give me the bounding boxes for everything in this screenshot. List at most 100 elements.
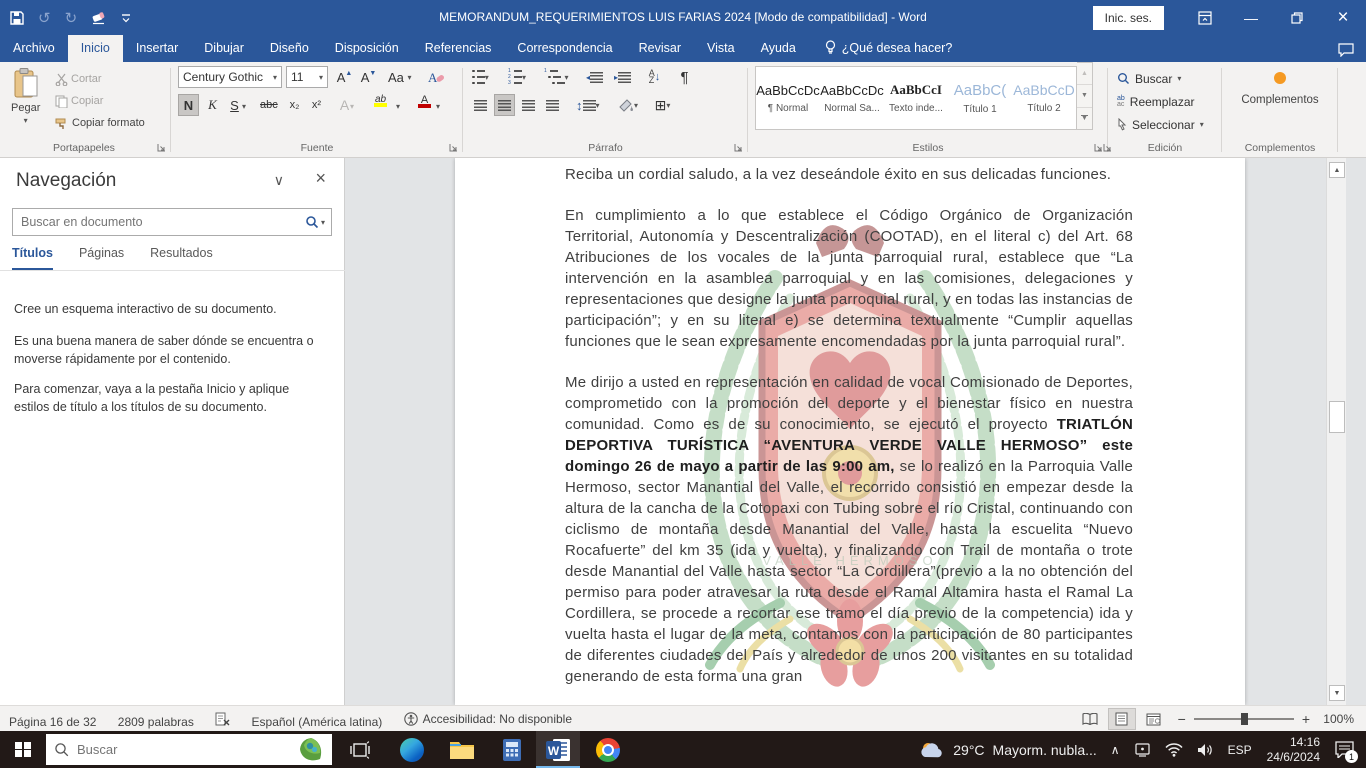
task-view-button[interactable]	[338, 731, 382, 768]
copy-button[interactable]: Copiar	[52, 90, 106, 112]
nav-tab-paginas[interactable]: Páginas	[79, 246, 124, 271]
navigation-search-box[interactable]: ▾	[12, 208, 332, 236]
scroll-down-icon[interactable]: ▼	[1329, 685, 1345, 701]
numbering-button[interactable]: 123 ▾	[506, 66, 528, 88]
zoom-in-button[interactable]: +	[1294, 711, 1318, 727]
editing-dialog-launcher-icon[interactable]	[1103, 143, 1112, 152]
find-button[interactable]: Buscar▾	[1111, 68, 1219, 89]
tab-inicio[interactable]: Inicio	[68, 35, 123, 62]
document-paragraph[interactable]: En cumplimiento a lo que establece el Có…	[565, 205, 1133, 352]
nav-tab-resultados[interactable]: Resultados	[150, 246, 213, 271]
scrollbar-thumb[interactable]	[1329, 401, 1345, 433]
tab-correspondencia[interactable]: Correspondencia	[504, 35, 625, 62]
style-titulo-2[interactable]: AaBbCcDTítulo 2	[1012, 67, 1076, 129]
style-normal-sa[interactable]: AaBbCcDcNormal Sa...	[820, 67, 884, 129]
justify-button[interactable]	[542, 94, 563, 116]
line-spacing-button[interactable]: ↕▾	[574, 94, 602, 116]
font-color-dropdown-icon[interactable]: ▾	[436, 102, 440, 111]
font-size-combobox[interactable]: 11▾	[286, 66, 328, 88]
highlight-button[interactable]: ab	[370, 94, 391, 107]
shrink-font-button[interactable]: A▼	[358, 66, 379, 88]
tab-dibujar[interactable]: Dibujar	[191, 35, 257, 62]
change-case-button[interactable]: Aa ▾	[386, 66, 414, 88]
subscript-button[interactable]: x₂	[284, 94, 305, 116]
font-dialog-launcher-icon[interactable]	[449, 143, 458, 152]
clipboard-dialog-launcher-icon[interactable]	[157, 143, 166, 152]
calculator-icon[interactable]	[490, 731, 534, 768]
start-button[interactable]	[0, 731, 46, 768]
zoom-out-button[interactable]: −	[1170, 711, 1194, 727]
align-left-button[interactable]	[470, 94, 491, 116]
tray-chevron-icon[interactable]: ∧	[1104, 731, 1127, 768]
edge-browser-icon[interactable]	[390, 731, 434, 768]
tab-insertar[interactable]: Insertar	[123, 35, 191, 62]
shading-button[interactable]: ▾	[616, 94, 640, 116]
font-size-dropdown-icon[interactable]: ▾	[319, 73, 323, 82]
document-page[interactable]: VALLE HERMOSO	[455, 158, 1245, 705]
weather-widget[interactable]: 29°C Mayorm. nubla...	[912, 731, 1104, 768]
taskbar-search-box[interactable]	[46, 734, 332, 765]
paste-button[interactable]: Pegar ▾	[4, 64, 47, 129]
file-explorer-icon[interactable]	[440, 731, 484, 768]
word-app-icon[interactable]: W	[536, 731, 580, 768]
search-icon[interactable]: ▾	[305, 215, 331, 229]
navigation-search-input[interactable]	[13, 215, 305, 229]
nav-tab-titulos[interactable]: Títulos	[12, 246, 53, 271]
document-paragraph[interactable]: Me dirijo a usted en representación en c…	[565, 372, 1133, 687]
font-name-dropdown-icon[interactable]: ▾	[273, 73, 277, 82]
taskbar-search-input[interactable]	[77, 742, 290, 757]
align-center-button[interactable]	[494, 94, 515, 116]
minimize-button[interactable]: —	[1228, 0, 1274, 35]
paragraph-dialog-launcher-icon[interactable]	[734, 143, 743, 152]
italic-button[interactable]: K	[202, 94, 223, 116]
scroll-up-icon[interactable]: ▲	[1329, 162, 1345, 178]
bullets-button[interactable]: ▾	[470, 66, 491, 88]
bold-button[interactable]: N	[178, 94, 199, 116]
close-button[interactable]: ×	[1320, 0, 1366, 35]
superscript-button[interactable]: x²	[306, 94, 327, 116]
accessibility-status[interactable]: Accesibilidad: No disponible	[395, 706, 581, 732]
zoom-percentage[interactable]: 100%	[1318, 712, 1366, 726]
select-button[interactable]: Seleccionar▾	[1111, 114, 1219, 135]
tab-diseno[interactable]: Diseño	[257, 35, 322, 62]
web-layout-button[interactable]	[1140, 708, 1168, 730]
tell-me-search[interactable]: ¿Qué desea hacer?	[809, 40, 963, 62]
language-indicator[interactable]: ESP	[1221, 731, 1259, 768]
style-texto-inde[interactable]: AaBbCcITexto inde...	[884, 67, 948, 129]
zoom-slider-thumb[interactable]	[1241, 713, 1248, 725]
strikethrough-button[interactable]: abc	[258, 94, 280, 116]
align-right-button[interactable]	[518, 94, 539, 116]
document-paragraph[interactable]: Reciba un cordial saludo, a la vez deseá…	[565, 164, 1133, 185]
restore-button[interactable]	[1274, 0, 1320, 35]
borders-button[interactable]: ⊞▾	[652, 94, 673, 116]
navigation-close-icon[interactable]: ×	[315, 168, 326, 189]
format-painter-button[interactable]: Copiar formato	[52, 112, 148, 134]
clear-formatting-icon[interactable]: A	[426, 66, 447, 88]
clock[interactable]: 14:16 24/6/2024	[1259, 731, 1328, 768]
tab-ayuda[interactable]: Ayuda	[748, 35, 809, 62]
replace-button[interactable]: abac Reemplazar	[1111, 91, 1219, 112]
styles-more-icon[interactable]: ▼	[1077, 108, 1092, 129]
read-mode-button[interactable]	[1076, 708, 1104, 730]
tab-revisar[interactable]: Revisar	[626, 35, 694, 62]
increase-indent-icon[interactable]: ▸	[612, 66, 633, 88]
cut-button[interactable]: Cortar	[52, 68, 105, 90]
sign-in-button[interactable]: Inic. ses.	[1093, 6, 1164, 30]
search-dropdown-icon[interactable]: ▾	[321, 218, 325, 227]
decrease-indent-icon[interactable]: ◂	[584, 66, 605, 88]
tab-vista[interactable]: Vista	[694, 35, 748, 62]
document-text[interactable]: Reciba un cordial saludo, a la vez deseá…	[565, 164, 1133, 705]
proofing-error-icon[interactable]	[206, 706, 239, 732]
comment-icon[interactable]	[1338, 43, 1354, 62]
tab-disposicion[interactable]: Disposición	[322, 35, 412, 62]
tab-referencias[interactable]: Referencias	[412, 35, 505, 62]
multilevel-list-button[interactable]: 1 ▾	[542, 66, 571, 88]
paste-dropdown-icon[interactable]: ▾	[24, 116, 28, 125]
sort-button[interactable]: AZ↓	[644, 66, 665, 88]
styles-dialog-launcher-icon[interactable]	[1094, 143, 1103, 152]
wifi-icon[interactable]	[1158, 731, 1190, 768]
styles-scroll-up-icon[interactable]: ▲	[1077, 63, 1092, 85]
show-marks-button[interactable]: ¶	[674, 66, 695, 88]
font-color-button[interactable]: A	[414, 94, 435, 108]
style-normal[interactable]: AaBbCcDc¶ Normal	[756, 67, 820, 129]
